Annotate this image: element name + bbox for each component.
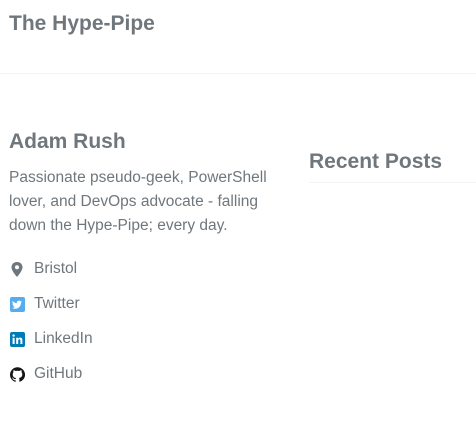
location-pin-icon: [9, 261, 25, 277]
author-name: Adam Rush: [9, 130, 126, 153]
linkedin-label[interactable]: LinkedIn: [34, 330, 93, 348]
author-links: Bristol Twitter LinkedIn GitHub: [9, 257, 93, 397]
github-link[interactable]: GitHub: [9, 362, 93, 386]
github-icon: [9, 366, 25, 382]
linkedin-icon: [9, 331, 25, 347]
recent-posts-title: Recent Posts: [309, 150, 443, 173]
page: The Hype-Pipe Adam Rush Passionate pseud…: [0, 0, 476, 421]
location-label: Bristol: [34, 260, 78, 277]
twitter-icon: [9, 296, 25, 312]
author-location: Bristol: [9, 257, 93, 281]
author-profile: Adam Rush Passionate pseudo-geek, PowerS…: [9, 128, 294, 238]
github-label[interactable]: GitHub: [34, 365, 82, 383]
masthead: The Hype-Pipe: [0, 0, 476, 74]
twitter-link[interactable]: Twitter: [9, 292, 93, 316]
author-bio: Passionate pseudo-geek, PowerShell lover…: [9, 169, 267, 234]
site-title-link[interactable]: The Hype-Pipe: [9, 12, 155, 36]
twitter-label[interactable]: Twitter: [34, 295, 80, 313]
recent-posts: Recent Posts: [309, 150, 476, 183]
linkedin-link[interactable]: LinkedIn: [9, 327, 93, 351]
